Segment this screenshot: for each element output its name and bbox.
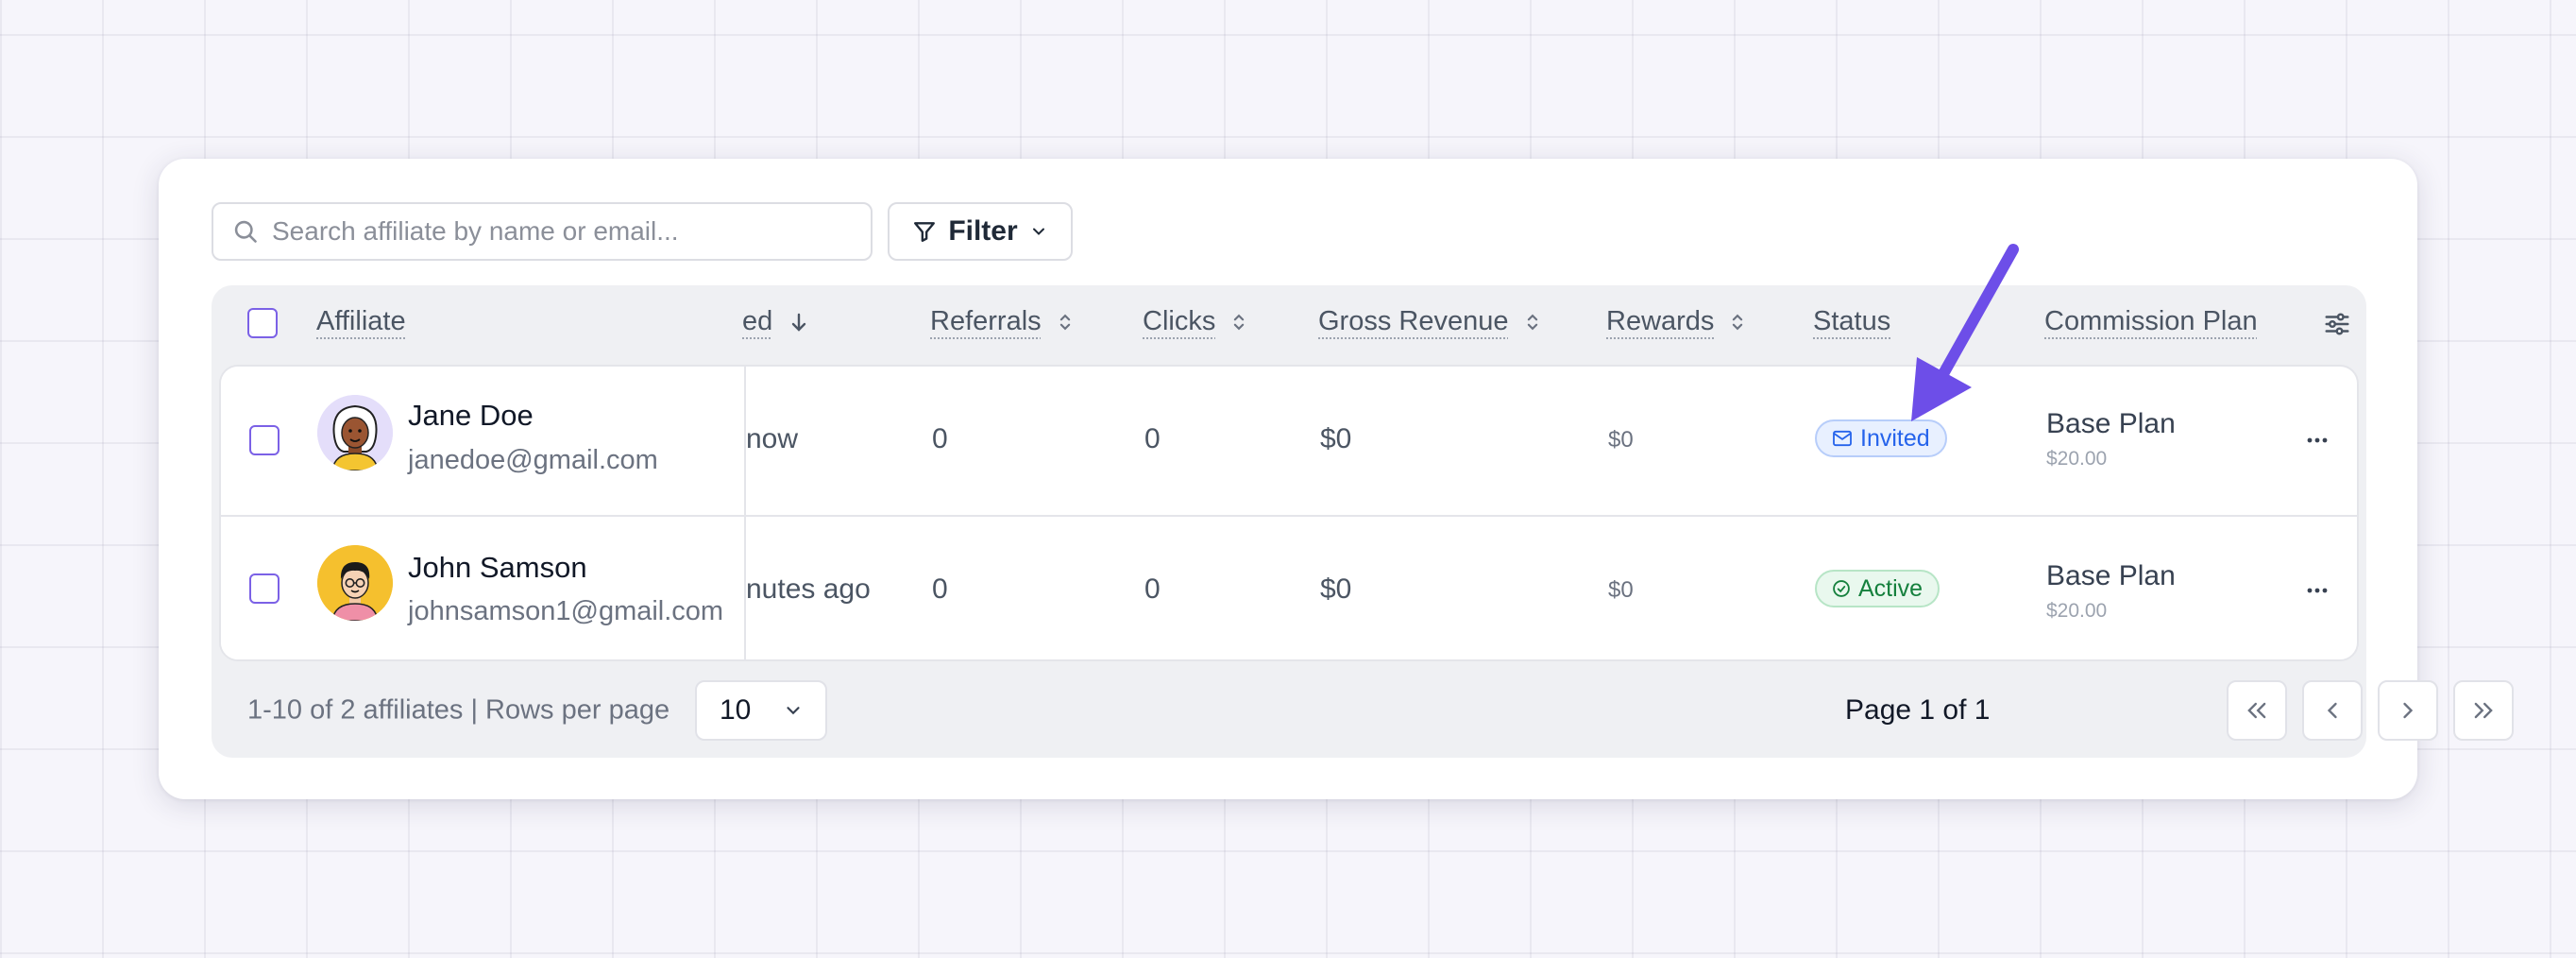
table-row[interactable]: John Samson johnsamson1@gmail.com nutes … — [221, 515, 2357, 659]
commission-plan-price: $20.00 — [2046, 448, 2108, 470]
commission-plan-name: Base Plan — [2046, 408, 2176, 439]
sort-icon — [1733, 314, 1743, 330]
rows-per-page-value: 10 — [720, 694, 752, 726]
check-circle-icon — [1833, 580, 1850, 597]
joined-value: now — [746, 423, 799, 454]
more-horizontal-icon — [2307, 588, 2328, 593]
clicks-value: 0 — [1144, 573, 1161, 605]
search-icon — [234, 220, 257, 243]
rewards-value: $0 — [1608, 427, 1634, 453]
filter-button[interactable]: Filter — [888, 202, 1073, 261]
filter-label: Filter — [948, 215, 1018, 247]
chevron-down-icon — [787, 707, 800, 715]
sort-icon — [1059, 314, 1070, 330]
joined-value: nutes ago — [746, 573, 871, 605]
status-badge: Active — [1815, 570, 1940, 607]
column-joined-label: ed — [742, 306, 773, 336]
affiliates-card: Filter Affiliate ed Referrals Clicks — [159, 159, 2514, 799]
avatar — [317, 395, 393, 470]
column-affiliate[interactable]: Affiliate — [316, 306, 406, 337]
page-indicator: Page 1 of 1 — [1845, 694, 1991, 726]
referrals-value: 0 — [932, 423, 948, 454]
column-clicks-label: Clicks — [1143, 306, 1216, 336]
rewards-value: $0 — [1608, 577, 1634, 603]
clicks-value: 0 — [1144, 423, 1161, 454]
commission-plan-price: $20.00 — [2046, 600, 2108, 622]
table-header: Affiliate ed Referrals Clicks Gross Reve… — [212, 285, 2366, 365]
column-commission-plan-label: Commission Plan — [2044, 306, 2258, 336]
column-clicks[interactable]: Clicks — [1143, 306, 1247, 337]
next-page-button[interactable] — [2378, 680, 2438, 741]
status-badge: Invited — [1815, 419, 1947, 457]
select-all-checkbox[interactable] — [247, 308, 278, 338]
sort-icon — [1527, 314, 1537, 330]
filter-icon — [914, 222, 936, 242]
column-rewards[interactable]: Rewards — [1606, 306, 1746, 337]
affiliates-table: Affiliate ed Referrals Clicks Gross Reve… — [212, 285, 2514, 758]
table-row[interactable]: Jane Doe janedoe@gmail.com now 0 0 $0 $0… — [221, 367, 2357, 515]
column-gross-revenue[interactable]: Gross Revenue — [1318, 306, 1541, 337]
chevron-right-icon — [2403, 702, 2414, 719]
status-label: Invited — [1860, 424, 1930, 452]
arrow-down-icon — [792, 313, 806, 332]
rows-per-page-select[interactable]: 10 — [695, 680, 827, 741]
annotation-arrow-icon — [1911, 244, 2019, 421]
table-footer: 1-10 of 2 affiliates | Rows per page 10 … — [212, 661, 2514, 758]
affiliate-email: johnsamson1@gmail.com — [408, 596, 724, 626]
column-status-label: Status — [1813, 306, 1891, 336]
row-actions-button[interactable] — [2306, 419, 2329, 452]
last-page-button[interactable] — [2453, 680, 2514, 741]
column-affiliate-label: Affiliate — [316, 306, 406, 336]
avatar — [317, 545, 393, 621]
previous-page-button[interactable] — [2302, 680, 2363, 741]
search-input[interactable] — [272, 216, 839, 247]
column-settings-icon[interactable] — [2323, 310, 2351, 338]
column-gross-revenue-label: Gross Revenue — [1318, 306, 1509, 336]
more-horizontal-icon — [2307, 437, 2328, 443]
column-rewards-label: Rewards — [1606, 306, 1715, 336]
chevron-left-icon — [2327, 702, 2337, 719]
sort-icon — [1234, 314, 1245, 330]
affiliate-cell: Jane Doe janedoe@gmail.com — [221, 367, 746, 515]
column-status[interactable]: Status — [1813, 306, 1890, 337]
pagination-summary: 1-10 of 2 affiliates | Rows per page — [247, 694, 670, 726]
mail-icon — [1833, 430, 1852, 447]
chevrons-right-icon — [2474, 702, 2493, 719]
column-commission-plan[interactable]: Commission Plan — [2044, 306, 2258, 337]
row-checkbox[interactable] — [249, 573, 280, 604]
commission-plan-name: Base Plan — [2046, 560, 2176, 591]
row-actions-button[interactable] — [2306, 570, 2329, 602]
affiliate-name: Jane Doe — [408, 399, 534, 432]
affiliate-cell: John Samson johnsamson1@gmail.com — [221, 517, 746, 659]
column-joined[interactable]: ed — [742, 306, 810, 337]
referrals-value: 0 — [932, 573, 948, 605]
table-body: Jane Doe janedoe@gmail.com now 0 0 $0 $0… — [219, 365, 2359, 661]
status-label: Active — [1858, 574, 1924, 602]
row-checkbox[interactable] — [249, 425, 280, 455]
chevron-down-icon — [1032, 228, 1044, 235]
gross-revenue-value: $0 — [1320, 423, 1352, 454]
affiliate-name: John Samson — [408, 551, 587, 584]
chevrons-left-icon — [2247, 702, 2266, 719]
column-referrals[interactable]: Referrals — [930, 306, 1074, 337]
gross-revenue-value: $0 — [1320, 573, 1352, 605]
first-page-button[interactable] — [2227, 680, 2287, 741]
search-box[interactable] — [212, 202, 873, 261]
affiliate-email: janedoe@gmail.com — [408, 445, 658, 475]
column-referrals-label: Referrals — [930, 306, 1042, 336]
